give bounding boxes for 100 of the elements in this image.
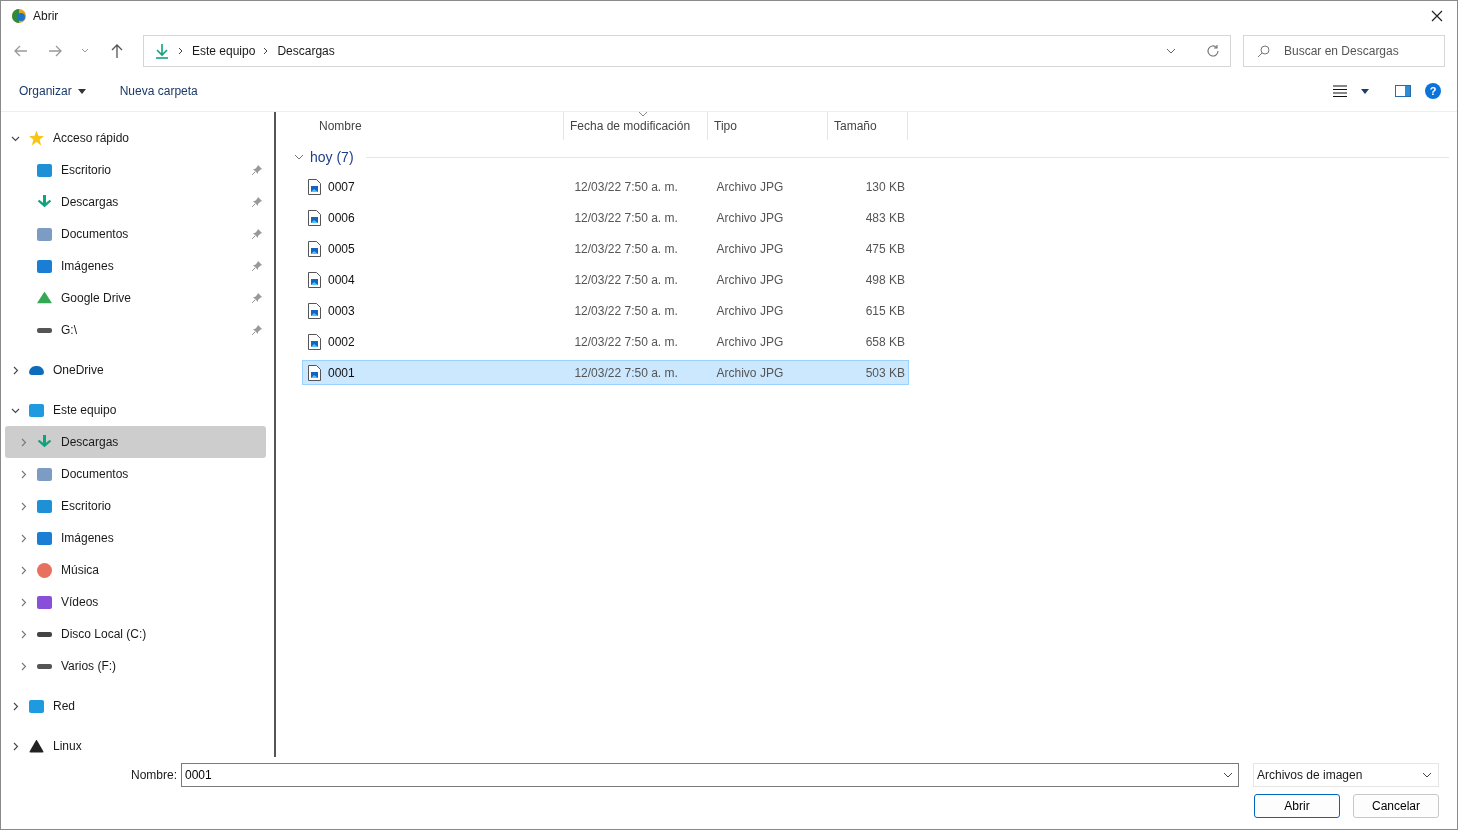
- table-cell-text: 615 KB: [864, 303, 906, 318]
- sidebar-item[interactable]: Descargas: [5, 186, 266, 218]
- sidebar-item[interactable]: Imágenes: [5, 522, 266, 554]
- column-header[interactable]: Nombre: [294, 112, 564, 140]
- image-file-icon: [308, 364, 321, 381]
- table-cell-text: 475 KB: [864, 241, 906, 256]
- address-bar[interactable]: Este equipo Descargas: [143, 35, 1231, 67]
- sidebar-item[interactable]: G:\: [5, 314, 266, 346]
- file-row[interactable]: 0007 12/03/22 7:50 a. m. Archivo JPG 130 KB: [302, 174, 909, 199]
- file-name: 0005: [328, 241, 355, 256]
- up-arrow-icon[interactable]: [109, 43, 125, 59]
- sidebar-item[interactable]: Escritorio: [5, 490, 266, 522]
- open-button[interactable]: Abrir: [1254, 794, 1340, 818]
- file-type-dropdown[interactable]: Archivos de imagen: [1253, 763, 1439, 787]
- table-cell-text: 658 KB: [864, 334, 906, 349]
- pin-icon[interactable]: [252, 293, 262, 303]
- table-cell-text: 483 KB: [864, 210, 906, 225]
- sidebar-item[interactable]: Imágenes: [5, 250, 266, 282]
- table-cell-text: Archivo JPG: [715, 334, 785, 349]
- file-row[interactable]: 0001 12/03/22 7:50 a. m. Archivo JPG 503 KB: [302, 360, 909, 385]
- sidebar-item[interactable]: Escritorio: [5, 154, 266, 186]
- file-row[interactable]: 0004 12/03/22 7:50 a. m. Archivo JPG 498 KB: [302, 267, 909, 292]
- table-cell-text: 12/03/22 7:50 a. m.: [573, 365, 679, 380]
- sidebar-item[interactable]: Linux: [5, 730, 266, 757]
- chevron-icon: [19, 597, 28, 607]
- image-file-icon: [308, 302, 321, 319]
- chevron-icon: [19, 565, 28, 575]
- drive-icon: [37, 631, 52, 637]
- file-name: 0002: [328, 334, 355, 349]
- pin-icon[interactable]: [252, 261, 262, 271]
- back-arrow-icon[interactable]: [13, 43, 29, 59]
- table-cell-text: Archivo JPG: [715, 303, 785, 318]
- breadcrumb-item[interactable]: Descargas: [277, 44, 335, 58]
- sidebar-item[interactable]: Google Drive: [5, 282, 266, 314]
- sidebar-item[interactable]: Red: [5, 690, 266, 722]
- sidebar-item[interactable]: Música: [5, 554, 266, 586]
- app-icon: [11, 8, 27, 24]
- table-cell-text: 12/03/22 7:50 a. m.: [573, 272, 679, 287]
- sidebar-item[interactable]: Disco Local (C:): [5, 618, 266, 650]
- table-cell-text: 12/03/22 7:50 a. m.: [573, 241, 679, 256]
- refresh-icon[interactable]: [1206, 44, 1220, 58]
- chevron-icon: [19, 629, 28, 639]
- file-name-field[interactable]: 0001: [181, 763, 1239, 787]
- preview-pane-icon[interactable]: [1395, 85, 1411, 97]
- table-cell-text: Archivo JPG: [715, 210, 785, 225]
- image-file-icon: [308, 271, 321, 288]
- cancel-button[interactable]: Cancelar: [1353, 794, 1439, 818]
- sidebar-item[interactable]: Documentos: [5, 218, 266, 250]
- search-field[interactable]: Buscar en Descargas: [1243, 35, 1445, 67]
- drive-icon: [37, 663, 52, 669]
- table-cell-text: Archivo JPG: [715, 365, 785, 380]
- dropdown-caret-icon[interactable]: [1223, 772, 1233, 778]
- download-icon: [154, 43, 170, 59]
- triangle-drive-icon: [37, 291, 52, 305]
- file-name: 0004: [328, 272, 355, 287]
- sidebar-item[interactable]: OneDrive: [5, 354, 266, 386]
- file-row[interactable]: 0003 12/03/22 7:50 a. m. Archivo JPG 615 KB: [302, 298, 909, 323]
- file-name: 0001: [328, 365, 355, 380]
- new-folder-button[interactable]: Nueva carpeta: [109, 80, 208, 102]
- help-button[interactable]: ?: [1425, 83, 1441, 99]
- column-header[interactable]: Tamaño: [828, 112, 908, 140]
- dropdown-caret-icon: [1422, 772, 1432, 778]
- group-header[interactable]: hoy (7): [310, 149, 354, 165]
- forward-arrow-icon[interactable]: [47, 43, 63, 59]
- chevron-icon: [19, 469, 28, 479]
- file-name: 0007: [328, 179, 355, 194]
- drive-icon: [37, 327, 52, 333]
- sidebar-item[interactable]: Documentos: [5, 458, 266, 490]
- pin-icon[interactable]: [252, 325, 262, 335]
- table-cell-text: 12/03/22 7:50 a. m.: [573, 179, 679, 194]
- chevron-icon: [11, 701, 20, 711]
- table-cell-text: 12/03/22 7:50 a. m.: [573, 334, 679, 349]
- column-header[interactable]: Fecha de modificación: [564, 112, 708, 140]
- sidebar-item[interactable]: Varios (F:): [5, 650, 266, 682]
- table-cell-text: Archivo JPG: [715, 241, 785, 256]
- window-title: Abrir: [33, 9, 59, 23]
- dropdown-caret-icon[interactable]: [1166, 48, 1176, 54]
- sidebar-item[interactable]: Vídeos: [5, 586, 266, 618]
- image-file-icon: [308, 240, 321, 257]
- table-cell-text: Archivo JPG: [715, 272, 785, 287]
- image-file-icon: [308, 333, 321, 350]
- file-row[interactable]: 0002 12/03/22 7:50 a. m. Archivo JPG 658 KB: [302, 329, 909, 354]
- table-cell-text: 503 KB: [864, 365, 906, 380]
- caret-icon[interactable]: [1361, 88, 1369, 94]
- pin-icon[interactable]: [252, 165, 262, 175]
- pin-icon[interactable]: [252, 197, 262, 207]
- file-row[interactable]: 0005 12/03/22 7:50 a. m. Archivo JPG 475 KB: [302, 236, 909, 261]
- breadcrumb-item[interactable]: Este equipo: [192, 44, 256, 58]
- sidebar-item[interactable]: Este equipo: [5, 394, 266, 426]
- view-list-icon[interactable]: [1333, 85, 1347, 97]
- column-header[interactable]: Tipo: [708, 112, 828, 140]
- sidebar-item[interactable]: Acceso rápido: [5, 122, 266, 154]
- organize-menu-button[interactable]: Organizar: [9, 80, 96, 102]
- chevron-icon: [263, 47, 270, 55]
- file-name: 0006: [328, 210, 355, 225]
- chevron-icon: [11, 365, 20, 375]
- pin-icon[interactable]: [252, 229, 262, 239]
- sidebar-item[interactable]: Descargas: [5, 426, 266, 458]
- file-row[interactable]: 0006 12/03/22 7:50 a. m. Archivo JPG 483 KB: [302, 205, 909, 230]
- chevron-icon[interactable]: [294, 153, 304, 161]
